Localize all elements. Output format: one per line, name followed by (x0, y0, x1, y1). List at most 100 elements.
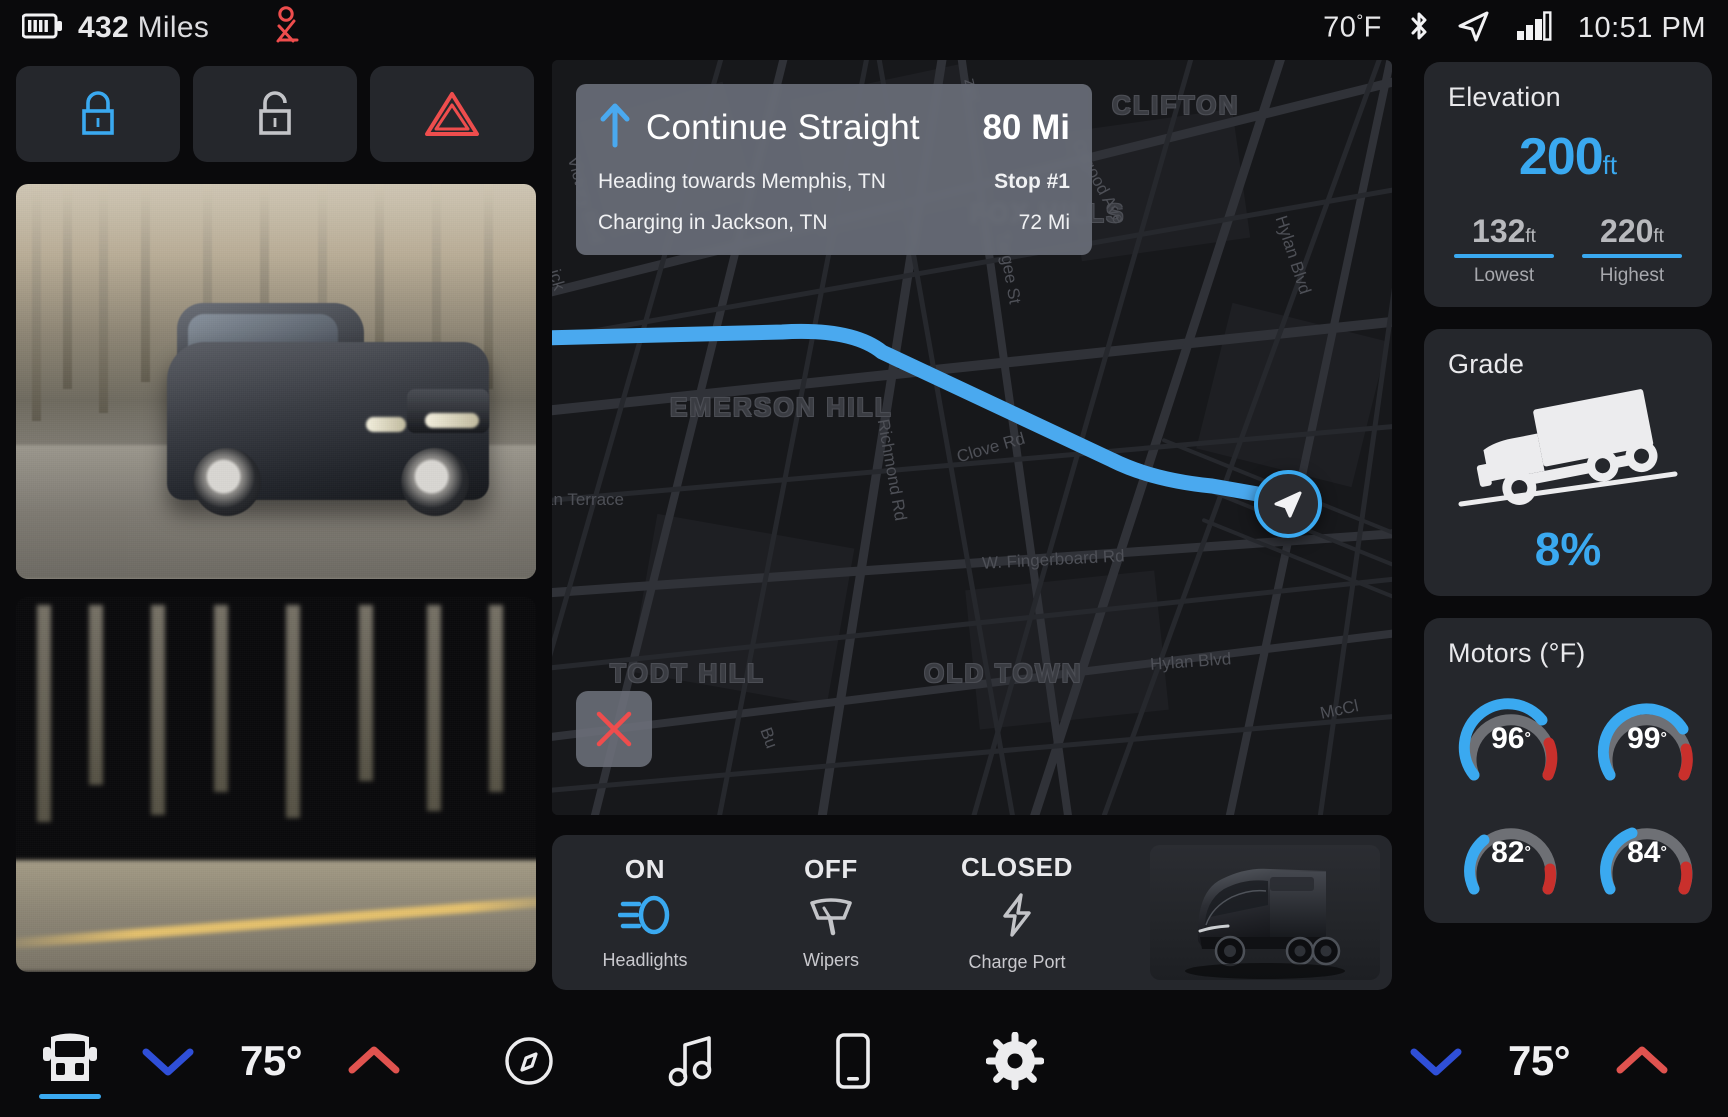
navigation-instruction: Continue Straight (646, 107, 920, 147)
passenger-climate-control: 75° (1408, 1037, 1670, 1085)
lock-closed-icon (82, 91, 114, 135)
headlight-icon (617, 894, 672, 941)
wipers-control[interactable]: OFF Wipers (738, 854, 924, 971)
elevation-highest-caption: Highest (1599, 265, 1665, 286)
navigation-arrow-icon (1456, 10, 1490, 47)
vehicle-controls-card: ON Headlights OFF Wipers CLOSED Charge P… (552, 835, 1392, 990)
motors-panel: Motors (°F) 96 ° 99 ° 82 ° 84 ° (1424, 618, 1712, 923)
semi-truck-image (1150, 845, 1380, 980)
motor-gauge-rr-value: 84 (1627, 836, 1661, 869)
battery-range: 432 Miles (78, 11, 209, 45)
motors-title: Motors (°F) (1448, 638, 1586, 668)
arrow-up-icon (598, 102, 632, 153)
elevation-current-unit: ft (1602, 150, 1618, 180)
battery-icon (21, 13, 64, 44)
elevation-highest-value: 220 (1600, 213, 1654, 249)
vehicle-tab[interactable] (16, 1023, 124, 1099)
navigation-distance: 80 Mi (982, 107, 1070, 147)
motor-gauge-fl-value: 96 (1491, 722, 1525, 755)
motor-gauge-rl-value: 82 (1491, 836, 1525, 869)
grade-title: Grade (1448, 349, 1525, 379)
headlights-control[interactable]: ON Headlights (552, 854, 738, 971)
motor-gauge-front-left: 96 ° (1448, 683, 1574, 789)
left-column (16, 66, 536, 972)
phone-tab[interactable] (772, 1031, 934, 1091)
media-tab-icon (668, 1036, 712, 1087)
navigation-charging-text: Charging in Jackson, TN (598, 211, 828, 234)
phone-tab-icon (836, 1033, 870, 1089)
driver-temp-down-button[interactable] (140, 1044, 196, 1078)
headlights-state: ON (624, 854, 666, 884)
lock-open-icon (259, 91, 291, 135)
truck-on-incline-icon (1458, 389, 1678, 507)
elevation-lowest-value: 132 (1472, 213, 1526, 249)
clock: 10:51 PM (1577, 11, 1706, 44)
charge-port-label: Charge Port (968, 952, 1066, 972)
grade-panel: Grade 8% (1424, 329, 1712, 596)
motor-gauge-rear-right: 84 ° (1584, 797, 1710, 903)
chevron-up-icon (1616, 1046, 1668, 1074)
elevation-highest-bar (1582, 254, 1682, 258)
seatbelt-warning-icon (271, 5, 305, 51)
bottom-navigation-bar: 75° 75° (0, 1005, 1728, 1117)
vehicle-infotainment-screen: 432 Miles 70°F 10:51 PM CLIFTON EMERSON … (0, 0, 1728, 1117)
navigation-stop-label: Stop #1 (994, 170, 1070, 193)
side-camera-feed[interactable] (16, 597, 536, 972)
rear-camera-feed[interactable] (16, 184, 536, 579)
map-close-button[interactable] (576, 691, 652, 767)
motor-gauges: 96 ° 99 ° 82 ° 84 ° (1448, 683, 1693, 903)
close-x-icon (596, 711, 632, 747)
driver-climate-control: 75° (140, 1037, 402, 1085)
navigation-tab[interactable] (448, 1034, 610, 1088)
charge-port-control[interactable]: CLOSED Charge Port (924, 852, 1110, 973)
driver-temp-up-button[interactable] (346, 1044, 402, 1078)
navigation-heading-text: Heading towards Memphis, TN (598, 170, 886, 193)
status-bar: 432 Miles 70°F 10:51 PM (0, 0, 1728, 56)
grade-value: 8% (1534, 523, 1602, 575)
passenger-temp-down-button[interactable] (1408, 1044, 1464, 1078)
wipers-state: OFF (804, 854, 858, 884)
elevation-lowest: 132ft Lowest (1448, 213, 1560, 287)
bluetooth-icon (1408, 10, 1430, 47)
chevron-down-icon (142, 1048, 194, 1076)
range-unit: Miles (137, 11, 210, 44)
charge-port-state: CLOSED (961, 852, 1073, 882)
passenger-temp-up-button[interactable] (1614, 1044, 1670, 1078)
elevation-lowest-bar (1454, 254, 1554, 258)
app-tabs (448, 1031, 1096, 1091)
motor-gauge-rear-left: 82 ° (1448, 797, 1574, 903)
headlights-label: Headlights (602, 950, 688, 970)
settings-tab[interactable] (934, 1032, 1096, 1090)
wipers-label: Wipers (802, 950, 859, 970)
elevation-lowest-unit: ft (1525, 226, 1536, 247)
settings-tab-icon (986, 1032, 1044, 1090)
media-tab[interactable] (610, 1033, 772, 1089)
charge-bolt-icon (997, 892, 1037, 943)
vehicle-position-marker[interactable] (1254, 470, 1322, 538)
map-view[interactable]: CLIFTON FOX HILLS EMERSON HILL TODT HILL… (552, 60, 1392, 815)
chevron-up-icon (348, 1046, 400, 1074)
outside-temperature: 70°F (1323, 11, 1382, 44)
range-value: 432 (78, 11, 129, 44)
chevron-down-icon (1410, 1048, 1462, 1076)
navigation-instruction-card[interactable]: Continue Straight 80 Mi Heading towards … (576, 84, 1092, 255)
quick-actions-row (16, 66, 536, 162)
elevation-panel: Elevation 200ft 132ft Lowest 220ft Highe… (1424, 62, 1712, 307)
elevation-current-value: 200 (1518, 128, 1604, 186)
vehicle-heading-arrow-icon (1274, 491, 1302, 518)
passenger-temperature[interactable]: 75° (1464, 1037, 1614, 1085)
truck-front-icon (43, 1033, 97, 1081)
motor-gauge-front-right: 99 ° (1584, 683, 1710, 789)
elevation-current: 200ft (1448, 127, 1688, 187)
motor-gauge-fr-value: 99 (1627, 722, 1661, 755)
elevation-lowest-caption: Lowest (1473, 265, 1535, 286)
unlock-button[interactable] (193, 66, 357, 162)
navigation-tab-icon (505, 1037, 553, 1085)
cellular-signal-icon (1516, 10, 1552, 46)
hazard-button[interactable] (370, 66, 534, 162)
lock-button[interactable] (16, 66, 180, 162)
vehicle-tab-active-indicator (39, 1094, 101, 1099)
elevation-highest-unit: ft (1653, 226, 1664, 247)
driver-temperature[interactable]: 75° (196, 1037, 346, 1085)
elevation-highest: 220ft Highest (1576, 213, 1688, 287)
